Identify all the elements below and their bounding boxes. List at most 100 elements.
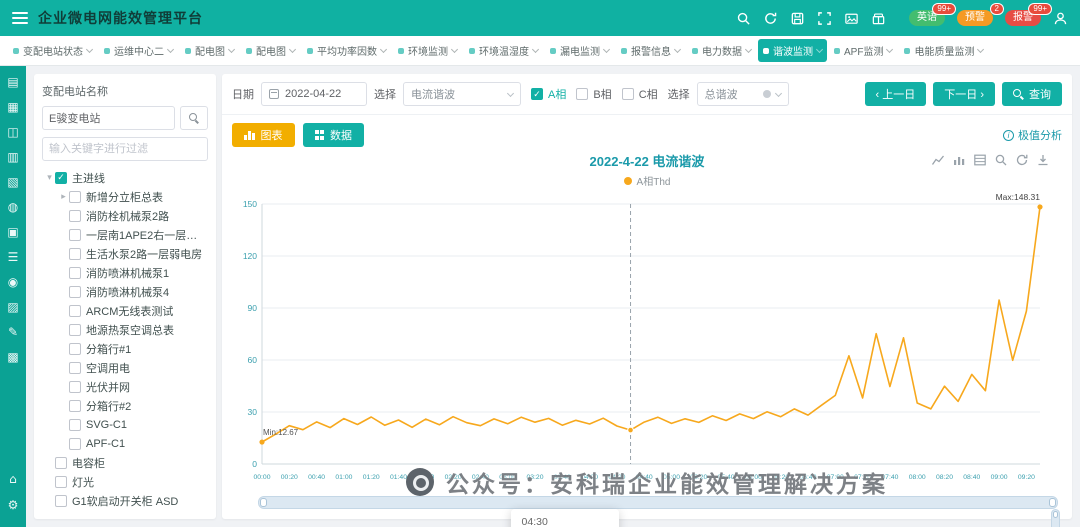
prev-day-button[interactable]: ‹ 上一日 [864,82,927,106]
tree-item-电容柜[interactable]: 电容柜 [42,453,208,472]
chart-icon[interactable]: ▥ [7,151,18,163]
module-tab-环境监测[interactable]: 环境监测 [393,39,462,62]
tree-item-灯光[interactable]: 灯光 [42,472,208,491]
tree-item-G1软启动开关柜 ASD[interactable]: G1软启动开关柜 ASD [42,491,208,510]
module-tab-电力数据[interactable]: 电力数据 [687,39,756,62]
tree-checkbox[interactable] [69,228,81,241]
module-tab-运维中心二[interactable]: 运维中心二 [99,39,178,62]
next-day-button[interactable]: 下一日 › [933,82,995,106]
harmonics-line-chart[interactable]: 0 30 60 90 120 150 00:00 00:20 00:40 01:00 01:20 01… [232,188,1062,488]
search-icon[interactable] [735,10,751,26]
tree-item-空调用电[interactable]: 空调用电 [42,358,208,377]
toolbox-line-icon[interactable] [931,153,945,167]
settings-icon[interactable]: ⚙ [8,499,19,511]
tree-item-主进线[interactable]: ▾ ✓ 主进线 [42,168,208,187]
tree-checkbox[interactable] [69,342,81,355]
tree-checkbox[interactable] [69,266,81,279]
module-tab-配电图[interactable]: 配电图 [241,39,300,62]
tree-checkbox[interactable] [55,456,67,469]
module-tab-谐波监测[interactable]: 谐波监测 [758,39,827,62]
agg-select[interactable]: 总谐波 [696,82,789,106]
header-badge-预警[interactable]: 预警 2 [957,3,1004,26]
tree-item-光伏并网[interactable]: 光伏并网 [42,377,208,396]
tree-checkbox[interactable] [69,399,81,412]
energy-icon[interactable]: ◍ [8,201,18,213]
module-tab-平均功率因数[interactable]: 平均功率因数 [302,39,391,62]
edit-icon[interactable]: ✎ [8,326,18,338]
tree-item-消防栓机械泵2路[interactable]: 消防栓机械泵2路 [42,206,208,225]
tree-checkbox[interactable] [69,304,81,317]
tree-item-分箱行#1[interactable]: 分箱行#1 [42,339,208,358]
phase-checkbox-B相[interactable]: B相 [576,86,612,102]
report-icon[interactable]: ▧ [7,176,18,188]
tree-checkbox[interactable] [69,190,81,203]
tree-checkbox[interactable] [69,437,81,450]
tree-item-消防喷淋机械泵4[interactable]: 消防喷淋机械泵4 [42,282,208,301]
module-tab-漏电监测[interactable]: 漏电监测 [545,39,614,62]
home-icon[interactable]: ⌂ [9,473,17,485]
save-icon[interactable] [789,10,805,26]
user-icon[interactable] [1052,10,1068,26]
gift-icon[interactable] [870,10,886,26]
tree-checkbox[interactable] [69,380,81,393]
header-badge-英语[interactable]: 英语 99+ [909,3,956,26]
module-tab-报警信息[interactable]: 报警信息 [616,39,685,62]
tree-checkbox[interactable] [55,494,67,507]
screenshot-icon[interactable] [843,10,859,26]
station-search-button[interactable] [180,106,208,130]
toolbox-dataview-icon[interactable] [973,153,987,167]
phase-checkbox-A相[interactable]: ✓ A相 [531,86,566,102]
tree-item-消防喷淋机械泵1[interactable]: 消防喷淋机械泵1 [42,263,208,282]
fullscreen-icon[interactable] [816,10,832,26]
tree-item-分箱行#2[interactable]: 分箱行#2 [42,396,208,415]
station-search-input[interactable] [42,106,175,130]
svg-text:02:00: 02:00 [417,474,434,481]
tree-item-一层南1APE2右一层北1APE1左[interactable]: 一层南1APE2右一层北1APE1左 [42,225,208,244]
datazoom-horizontal-slider[interactable] [258,496,1058,509]
chart-view-button[interactable]: 图表 [232,123,295,147]
tree-item-SVG-C1[interactable]: SVG-C1 [42,415,208,434]
archive-icon[interactable]: ▨ [7,301,18,313]
query-button[interactable]: 查询 [1002,82,1062,106]
network-icon[interactable]: ◫ [7,126,18,138]
menu-icon[interactable] [12,12,28,24]
module-tab-APF监测[interactable]: APF监测 [829,39,897,62]
tree-checkbox[interactable] [69,323,81,336]
device-icon[interactable]: ▣ [7,226,18,238]
tree-item-APF-C1[interactable]: APF-C1 [42,434,208,453]
refresh-icon[interactable] [762,10,778,26]
tree-checkbox[interactable] [69,418,81,431]
tree-checkbox[interactable] [69,361,81,374]
tree-filter-input[interactable] [42,137,208,161]
calendar-icon[interactable]: ▩ [7,351,18,363]
module-tab-环境温湿度[interactable]: 环境温湿度 [464,39,543,62]
monitor-icon[interactable]: ▦ [7,101,18,113]
module-tab-配电图[interactable]: 配电图 [180,39,239,62]
tree-item-ARCM无线表测试[interactable]: ARCM无线表测试 [42,301,208,320]
module-tab-电能质量监测[interactable]: 电能质量监测 [899,39,988,62]
extreme-analysis-link[interactable]: i 极值分析 [1003,127,1062,143]
tree-checkbox[interactable] [69,247,81,260]
tree-checkbox[interactable]: ✓ [55,171,67,184]
tree-checkbox[interactable] [55,475,67,488]
tree-item-地源热泵空调总表[interactable]: 地源热泵空调总表 [42,320,208,339]
alarm-icon[interactable]: ◉ [8,276,18,288]
toolbox-bar-icon[interactable] [952,153,966,167]
header-badge-报警[interactable]: 报警 99+ [1005,3,1052,26]
list-icon[interactable]: ☰ [8,251,19,263]
tree-item-新增分立柜总表[interactable]: ▸ 新增分立柜总表 [42,187,208,206]
harmonic-type-select[interactable]: 电流谐波 [403,82,521,106]
toolbox-download-icon[interactable] [1036,153,1050,167]
tree-checkbox[interactable] [69,285,81,298]
data-view-button[interactable]: 数据 [302,123,364,147]
chart-legend[interactable]: A相Thd [232,173,1062,188]
tree-checkbox[interactable] [69,209,81,222]
module-tab-变配电站状态[interactable]: 变配电站状态 [8,39,97,62]
dashboard-icon[interactable]: ▤ [7,76,18,88]
toolbox-zoom-icon[interactable] [994,153,1008,167]
tree-item-生活水泵2路一层弱电房[interactable]: 生活水泵2路一层弱电房 [42,244,208,263]
datazoom-vertical-slider[interactable] [1051,509,1060,527]
toolbox-restore-icon[interactable] [1015,153,1029,167]
date-input[interactable]: 2022-04-22 [261,82,367,106]
phase-checkbox-C相[interactable]: C相 [621,86,658,102]
